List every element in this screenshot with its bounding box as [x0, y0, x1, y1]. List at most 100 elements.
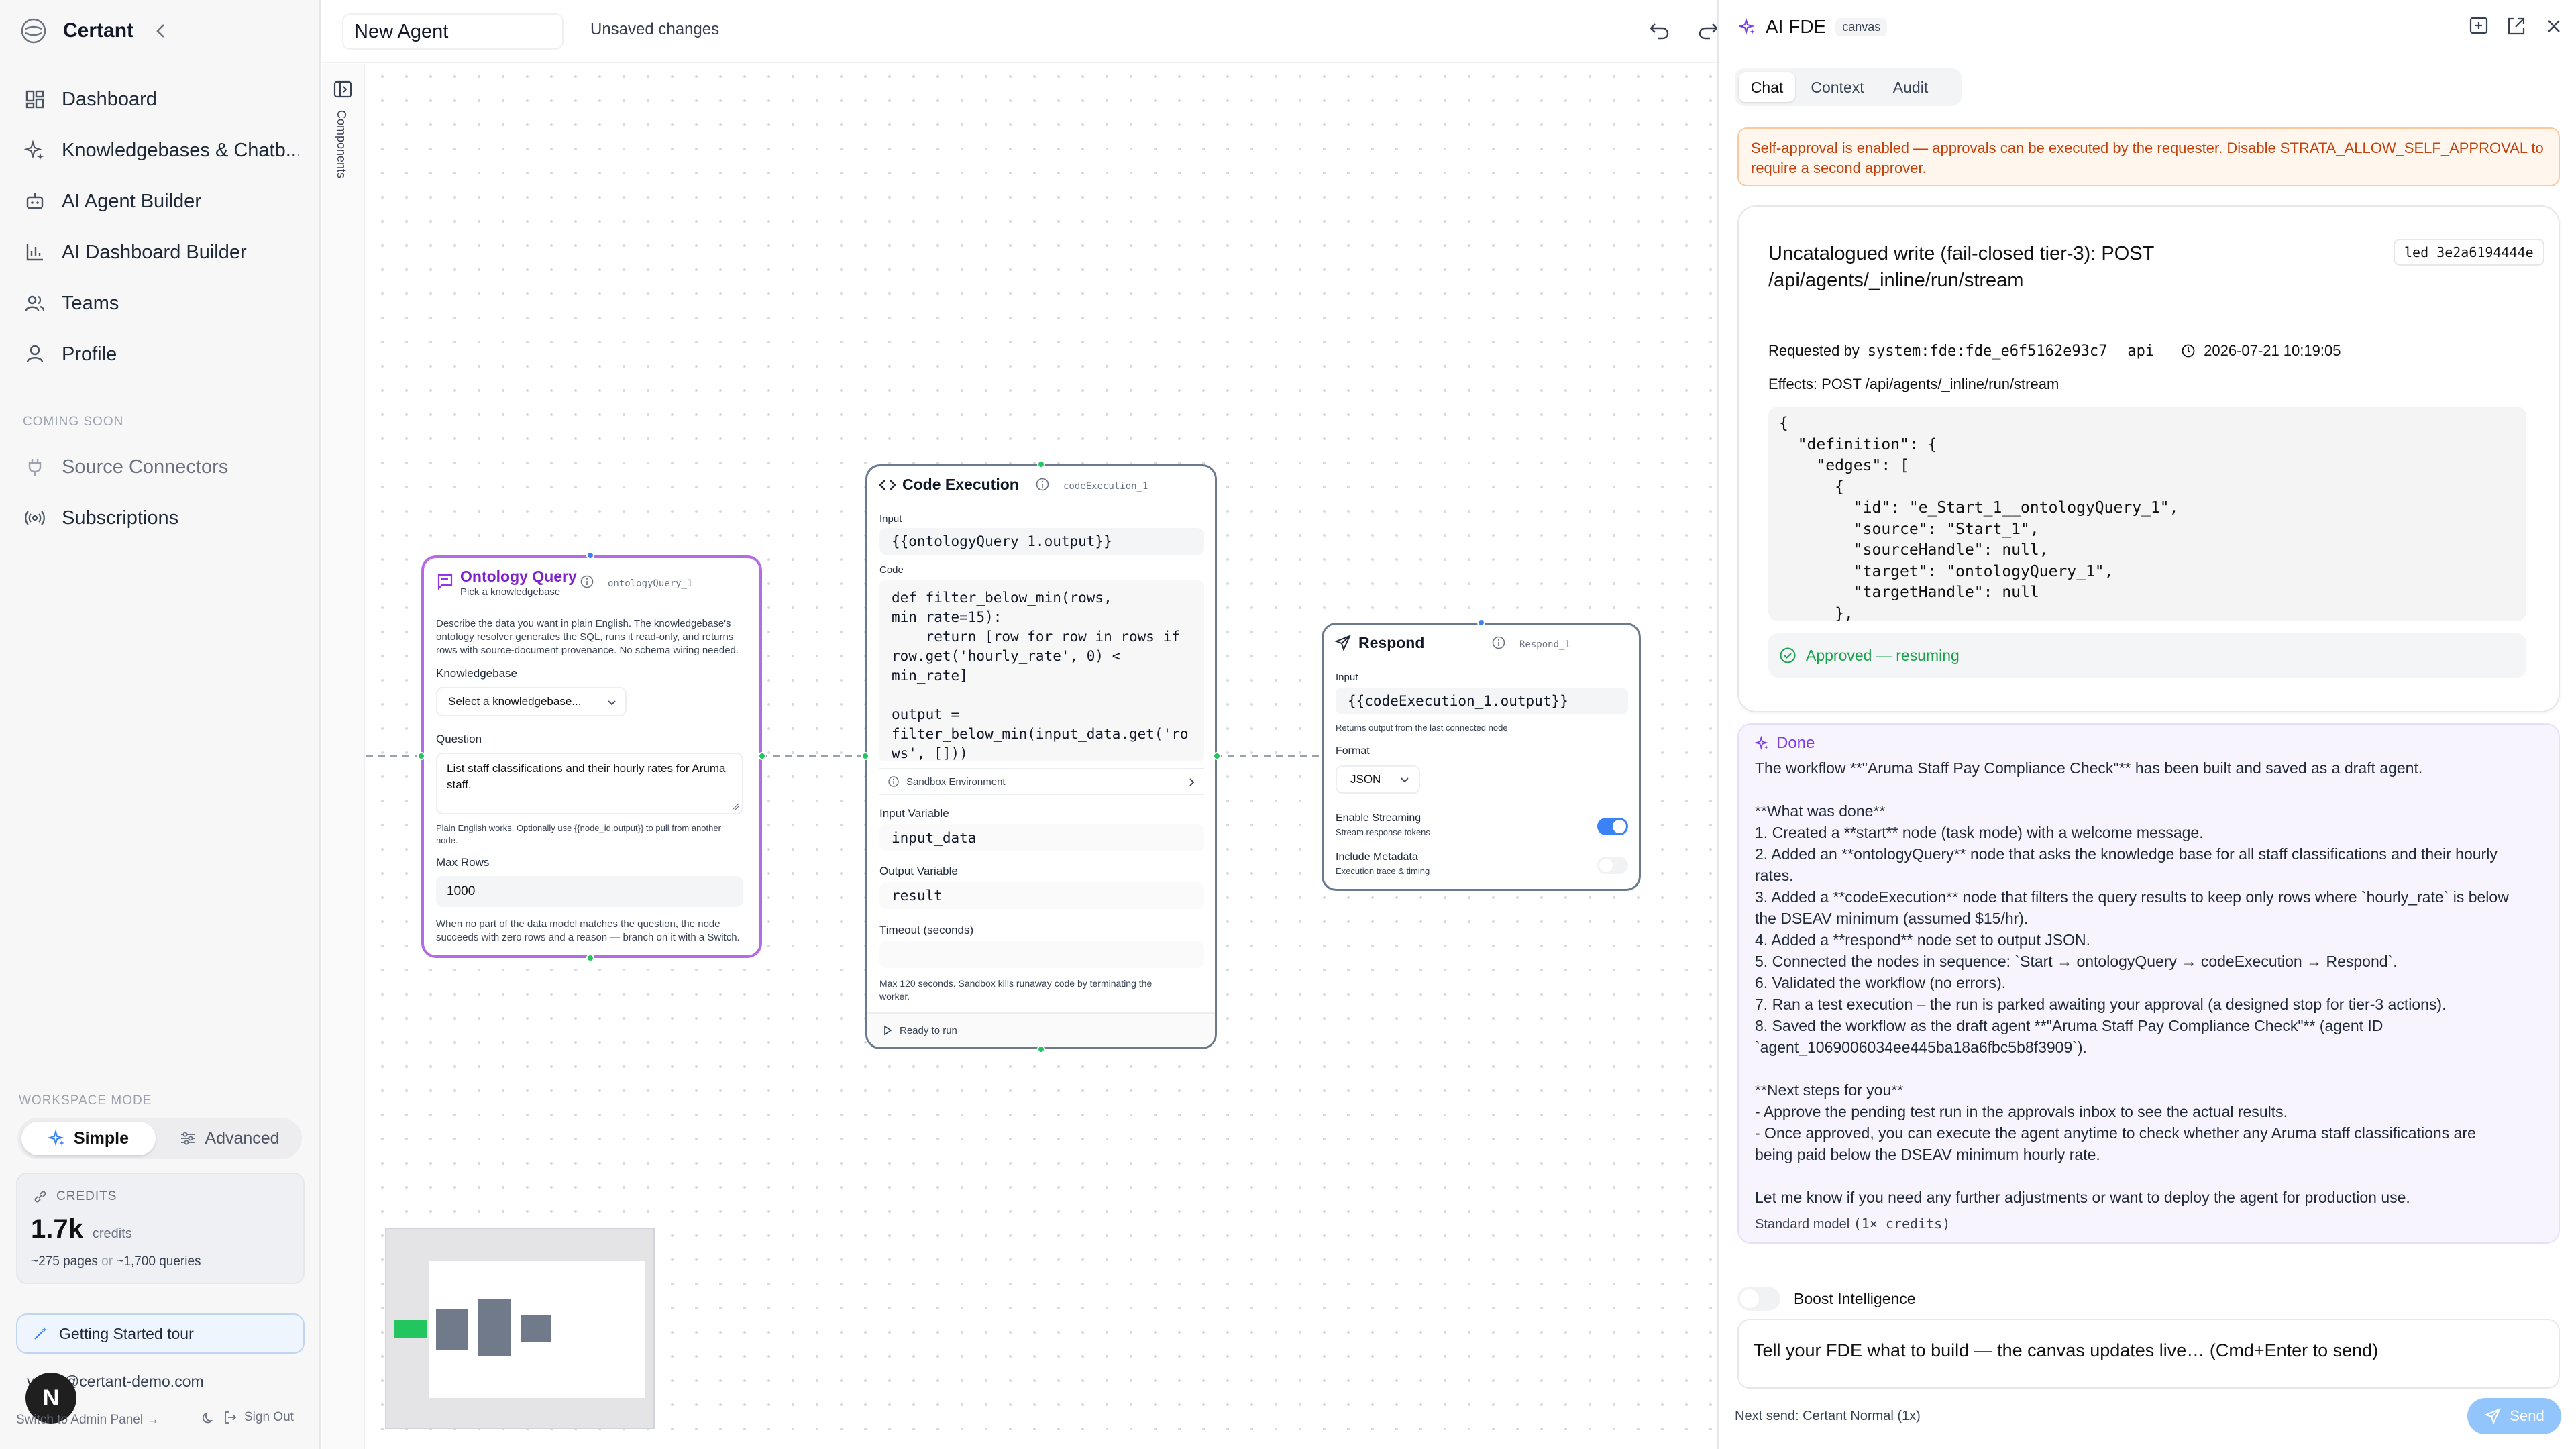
nav-label: AI Agent Builder: [62, 190, 201, 212]
sign-out-button[interactable]: Sign Out: [201, 1410, 294, 1425]
chat-input-box[interactable]: Tell your FDE what to build — the canvas…: [1737, 1319, 2560, 1389]
sparkles-icon: [1755, 736, 1769, 750]
ontology-input-handle[interactable]: [417, 752, 425, 760]
code-execution-node[interactable]: Code Execution codeExecution_1 Input {{o…: [865, 464, 1217, 1049]
model-name: Standard model: [1755, 1217, 1850, 1232]
max-rows-input[interactable]: 1000: [436, 876, 743, 907]
nav-teams[interactable]: Teams: [24, 284, 299, 322]
mode-advanced-button[interactable]: Advanced: [162, 1122, 297, 1155]
code-editor[interactable]: def filter_below_min(rows, min_rate=15): …: [879, 580, 1204, 761]
credits-estimate: ~275 pages or ~1,700 queries: [31, 1254, 201, 1269]
info-icon[interactable]: [1035, 477, 1050, 492]
output-variable-field[interactable]: result: [879, 882, 1204, 909]
approval-title-line: /api/agents/_inline/run/stream: [1768, 270, 2024, 291]
sandbox-environment-row[interactable]: Sandbox Environment: [879, 768, 1204, 795]
question-hint-2: node.: [436, 835, 458, 845]
redo-icon[interactable]: [1696, 19, 1720, 43]
new-chat-icon[interactable]: [2467, 15, 2490, 38]
info-icon: [888, 776, 899, 787]
code-input-handle[interactable]: [861, 752, 869, 760]
credits-card: CREDITS 1.7k credits ~275 pages or ~1,70…: [16, 1173, 305, 1284]
send-button[interactable]: Send: [2467, 1398, 2561, 1434]
nav-ai-agent-builder[interactable]: AI Agent Builder: [24, 182, 299, 220]
assistant-message: Done The workflow **"Aruma Staff Pay Com…: [1737, 723, 2560, 1244]
nav-knowledgebases[interactable]: Knowledgebases & Chatb...: [24, 131, 299, 169]
respond-top-handle[interactable]: [1477, 619, 1485, 627]
streaming-toggle[interactable]: [1597, 818, 1628, 835]
clock-icon: [2182, 344, 2195, 358]
brand[interactable]: Certant: [20, 16, 133, 46]
approval-payload-json[interactable]: { "definition": { "edges": [ { "id": "e_…: [1768, 407, 2526, 621]
ontology-output-handle[interactable]: [758, 752, 766, 760]
canvas-minimap[interactable]: [385, 1228, 655, 1429]
nav-profile[interactable]: Profile: [24, 335, 299, 373]
boost-toggle[interactable]: [1737, 1287, 1780, 1311]
tab-context[interactable]: Context: [1801, 72, 1874, 102]
tab-chat[interactable]: Chat: [1739, 72, 1795, 102]
streaming-label: Enable Streaming: [1336, 812, 1421, 824]
message-line: 6. Validated the workflow (no errors).: [1755, 974, 2006, 991]
close-icon[interactable]: [2542, 15, 2565, 38]
node-title: Code Execution: [902, 476, 1019, 493]
code-bottom-handle[interactable]: [1037, 1045, 1045, 1053]
external-link-icon[interactable]: [2505, 15, 2528, 38]
agent-name-input[interactable]: [342, 13, 564, 50]
message-line: Let me know if you need any further adju…: [1755, 1189, 2410, 1206]
tab-audit[interactable]: Audit: [1878, 72, 1943, 102]
input-field[interactable]: {{ontologyQuery_1.output}}: [879, 528, 1204, 555]
code-output-handle[interactable]: [1213, 752, 1221, 760]
ontology-top-handle[interactable]: [586, 551, 594, 559]
nav-label: Profile: [62, 343, 117, 365]
input-label: Input: [1336, 672, 1358, 683]
streaming-sublabel: Stream response tokens: [1336, 827, 1430, 837]
respond-input-field[interactable]: {{codeExecution_1.output}}: [1336, 688, 1628, 714]
components-rail[interactable]: Components: [322, 64, 365, 1449]
mode-simple-button[interactable]: Simple: [21, 1122, 156, 1155]
code-line: return [row for row in rows if: [892, 629, 1180, 645]
json-line: {: [1779, 415, 1788, 432]
metadata-toggle[interactable]: [1597, 857, 1628, 874]
play-icon[interactable]: [882, 1025, 893, 1036]
format-select[interactable]: JSON: [1336, 765, 1420, 794]
json-line: "source": "Start_1",: [1779, 520, 2039, 538]
ai-fde-panel: AI FDE canvas Chat Context Audit Self-ap…: [1717, 0, 2576, 1449]
panel-title: AI FDE canvas: [1739, 16, 1888, 38]
json-line: "edges": [: [1779, 457, 1909, 474]
bar-chart-icon: [26, 244, 43, 261]
nav-dashboard[interactable]: Dashboard: [24, 80, 299, 118]
info-icon[interactable]: [580, 574, 594, 589]
approval-title-line: Uncatalogued write (fail-closed tier-3):…: [1768, 243, 2155, 264]
info-icon[interactable]: [1491, 635, 1506, 650]
ontology-bottom-handle[interactable]: [586, 954, 594, 962]
nav-ai-dashboard-builder[interactable]: AI Dashboard Builder: [24, 233, 299, 271]
question-textarea[interactable]: List staff classifications and their hou…: [436, 753, 743, 814]
respond-node[interactable]: Respond Respond_1 Input {{codeExecution_…: [1322, 623, 1641, 891]
sidebar: Certant Dashboard Knowledgebases & Chatb…: [0, 0, 321, 1449]
getting-started-tour-button[interactable]: Getting Started tour: [16, 1313, 305, 1354]
input-variable-field[interactable]: input_data: [879, 824, 1204, 851]
metadata-label: Include Metadata: [1336, 851, 1418, 863]
panel-left-icon[interactable]: [333, 79, 353, 99]
admin-panel-link[interactable]: Switch to Admin Panel →: [16, 1413, 159, 1428]
credits-unit: credits: [92, 1226, 132, 1241]
json-line: "targetHandle": null: [1779, 584, 2039, 601]
knowledgebase-label: Knowledgebase: [436, 667, 517, 680]
code-top-handle[interactable]: [1037, 460, 1045, 468]
chevron-left-icon[interactable]: [150, 20, 172, 42]
knowledgebase-select[interactable]: Select a knowledgebase...: [436, 687, 627, 716]
timeout-input[interactable]: [879, 941, 1204, 968]
message-line: The workflow **"Aruma Staff Pay Complian…: [1755, 759, 2423, 777]
undo-icon[interactable]: [1648, 19, 1672, 43]
chevron-down-icon: [1401, 777, 1409, 783]
boost-label: Boost Intelligence: [1794, 1289, 1916, 1307]
nav-label: Teams: [62, 292, 119, 314]
question-label: Question: [436, 733, 482, 745]
node-id: ontologyQuery_1: [608, 578, 693, 589]
workspace-mode-label: WORKSPACE MODE: [19, 1093, 152, 1108]
node-footer-1: When no part of the data model matches t…: [436, 918, 720, 930]
nav-subscriptions[interactable]: Subscriptions: [24, 499, 299, 537]
message-line: 4. Added a **respond** node set to outpu…: [1755, 931, 2090, 949]
nav-source-connectors[interactable]: Source Connectors: [24, 448, 299, 486]
resize-handle-icon[interactable]: [731, 802, 739, 810]
ontology-query-node[interactable]: Ontology Query Pick a knowledgebase onto…: [421, 555, 762, 958]
